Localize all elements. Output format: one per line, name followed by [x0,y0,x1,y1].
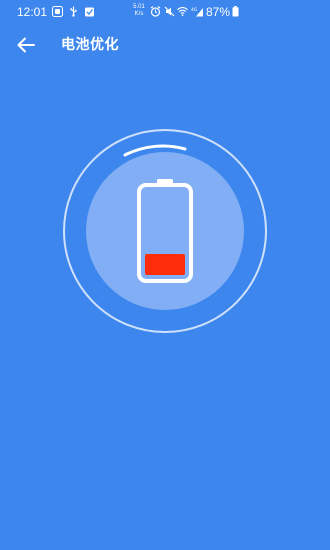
svg-text:4G: 4G [191,7,198,13]
status-time: 12:01 [17,5,48,19]
app-bar: 电池优化 [0,28,330,62]
arrow-left-icon [17,37,35,53]
page-title: 电池优化 [61,37,119,53]
back-button[interactable] [12,31,40,59]
battery-charge-fill [145,254,185,275]
signal-4g-icon: 4G [191,7,203,17]
battery-gauge [63,129,267,333]
status-bar: 12:01 5.01 K/s 4G 87% [0,0,330,24]
alarm-icon [150,6,161,17]
usb-icon [70,6,77,17]
wifi-icon [177,7,188,17]
net-speed: 5.01 K/s [130,4,148,18]
battery-percent: 87% [206,5,231,19]
mute-icon [164,6,175,17]
inner-disc [86,152,244,310]
notification-icon [52,6,63,17]
net-speed-unit: K/s [134,11,144,17]
clipboard-icon [85,7,94,17]
battery-icon [232,6,239,17]
net-speed-value: 5.01 [133,4,145,10]
